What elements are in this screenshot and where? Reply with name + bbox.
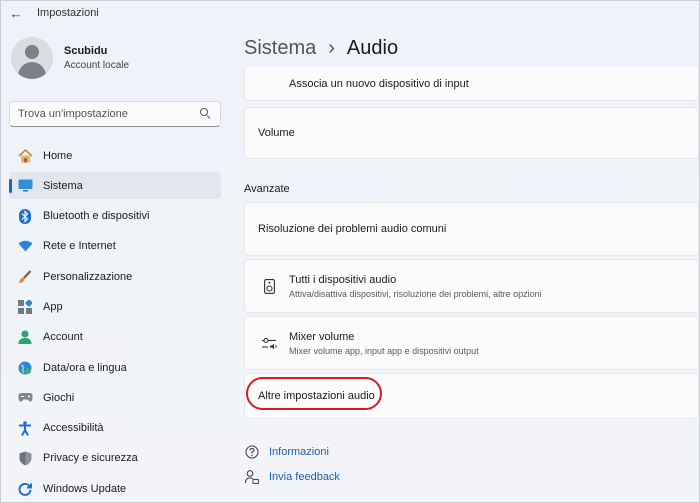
user-profile[interactable]: Scubidu Account locale xyxy=(11,37,129,79)
feedback-icon xyxy=(244,469,260,485)
volume-label: Volume xyxy=(258,127,295,139)
breadcrumb-separator: › xyxy=(328,37,335,59)
account-icon xyxy=(17,329,33,345)
sidebar-item-label: Data/ora e lingua xyxy=(43,361,127,374)
sidebar-item-label: Account xyxy=(43,331,83,344)
sidebar-item-app[interactable]: App xyxy=(9,293,221,320)
sidebar-item-label: Giochi xyxy=(43,391,75,404)
mixer-icon xyxy=(261,335,277,351)
search-icon[interactable] xyxy=(200,108,212,120)
arrow-left-icon: ← xyxy=(9,5,23,21)
title-bar: ← Impostazioni xyxy=(1,1,699,25)
all-audio-devices-title: Tutti i dispositivi audio xyxy=(289,273,397,286)
troubleshoot-card[interactable]: Risoluzione dei problemi audio comuni xyxy=(244,202,699,256)
sidebar-item-rete[interactable]: Rete e Internet xyxy=(9,233,221,260)
sidebar-item-bluetooth[interactable]: Bluetooth e dispositivi xyxy=(9,203,221,230)
feedback-link[interactable]: Invia feedback xyxy=(269,471,340,483)
pair-input-label: Associa un nuovo dispositivo di input xyxy=(289,77,469,90)
sidebar-item-personalizzazione[interactable]: Personalizzazione xyxy=(9,263,221,290)
all-audio-devices-subtitle: Attiva/disattiva dispositivi, risoluzion… xyxy=(289,288,542,299)
avatar xyxy=(11,37,53,79)
sidebar-item-accessibilita[interactable]: Accessibilità xyxy=(9,415,221,442)
sidebar-item-account[interactable]: Account xyxy=(9,324,221,351)
page-title: Audio xyxy=(346,37,399,59)
sidebar-item-label: Personalizzazione xyxy=(43,270,133,283)
all-audio-devices-card[interactable]: Tutti i dispositivi audio Attiva/disatti… xyxy=(244,259,699,313)
gamepad-icon xyxy=(17,390,33,406)
sidebar-item-label: Home xyxy=(43,149,73,162)
apps-icon xyxy=(17,299,33,315)
help-chat-icon xyxy=(244,444,260,460)
wifi-icon xyxy=(17,238,33,254)
sidebar-item-label: Windows Update xyxy=(43,482,127,495)
sidebar-item-home[interactable]: Home xyxy=(9,142,221,169)
volume-mixer-card[interactable]: Mixer volume Mixer volume app, input app… xyxy=(244,316,699,370)
window-title: Impostazioni xyxy=(37,7,99,19)
pair-input-device-row[interactable]: Associa un nuovo dispositivo di input xyxy=(244,67,699,101)
sidebar-item-data-ora[interactable]: Data/ora e lingua xyxy=(9,354,221,381)
profile-account-type: Account locale xyxy=(64,60,130,71)
profile-name: Scubidu xyxy=(64,45,108,57)
back-button[interactable]: ← xyxy=(3,1,29,25)
sidebar-item-windows-update[interactable]: Windows Update xyxy=(9,475,221,502)
accessibility-icon xyxy=(17,420,33,436)
highlight-circle xyxy=(246,377,382,410)
breadcrumb: Sistema › Audio xyxy=(244,37,398,60)
globe-icon xyxy=(17,360,33,376)
system-icon xyxy=(17,178,33,194)
settings-window: ← Impostazioni Scubidu Account locale Ho… xyxy=(0,0,700,503)
update-icon xyxy=(17,481,33,497)
feedback-link-row[interactable]: Invia feedback xyxy=(244,469,340,485)
sidebar-item-label: Privacy e sicurezza xyxy=(43,452,138,465)
info-link-row[interactable]: Informazioni xyxy=(244,444,329,460)
breadcrumb-parent[interactable]: Sistema xyxy=(244,37,316,60)
advanced-section-heading: Avanzate xyxy=(244,183,290,195)
sidebar-item-giochi[interactable]: Giochi xyxy=(9,384,221,411)
sidebar-nav: Home Sistema Bluetooth e dispositivi Ret… xyxy=(9,142,221,503)
sidebar-item-label: Accessibilità xyxy=(43,422,104,435)
volume-mixer-title: Mixer volume xyxy=(289,330,355,343)
bluetooth-icon xyxy=(17,208,33,224)
volume-mixer-subtitle: Mixer volume app, input app e dispositiv… xyxy=(289,345,479,356)
volume-card[interactable]: Volume xyxy=(244,107,699,159)
sidebar-item-privacy[interactable]: Privacy e sicurezza xyxy=(9,445,221,472)
troubleshoot-label: Risoluzione dei problemi audio comuni xyxy=(258,223,447,235)
home-icon xyxy=(17,148,33,164)
search-input[interactable] xyxy=(18,108,200,120)
search-box[interactable] xyxy=(9,101,221,127)
sidebar-item-sistema[interactable]: Sistema xyxy=(9,172,221,200)
info-link[interactable]: Informazioni xyxy=(269,446,329,458)
brush-icon xyxy=(17,269,33,285)
sidebar-item-label: Bluetooth e dispositivi xyxy=(43,210,150,223)
sidebar-item-label: App xyxy=(43,300,63,313)
sidebar-item-label: Sistema xyxy=(43,179,83,192)
shield-icon xyxy=(17,450,33,466)
sidebar-item-label: Rete e Internet xyxy=(43,240,116,253)
speaker-icon xyxy=(261,278,277,294)
